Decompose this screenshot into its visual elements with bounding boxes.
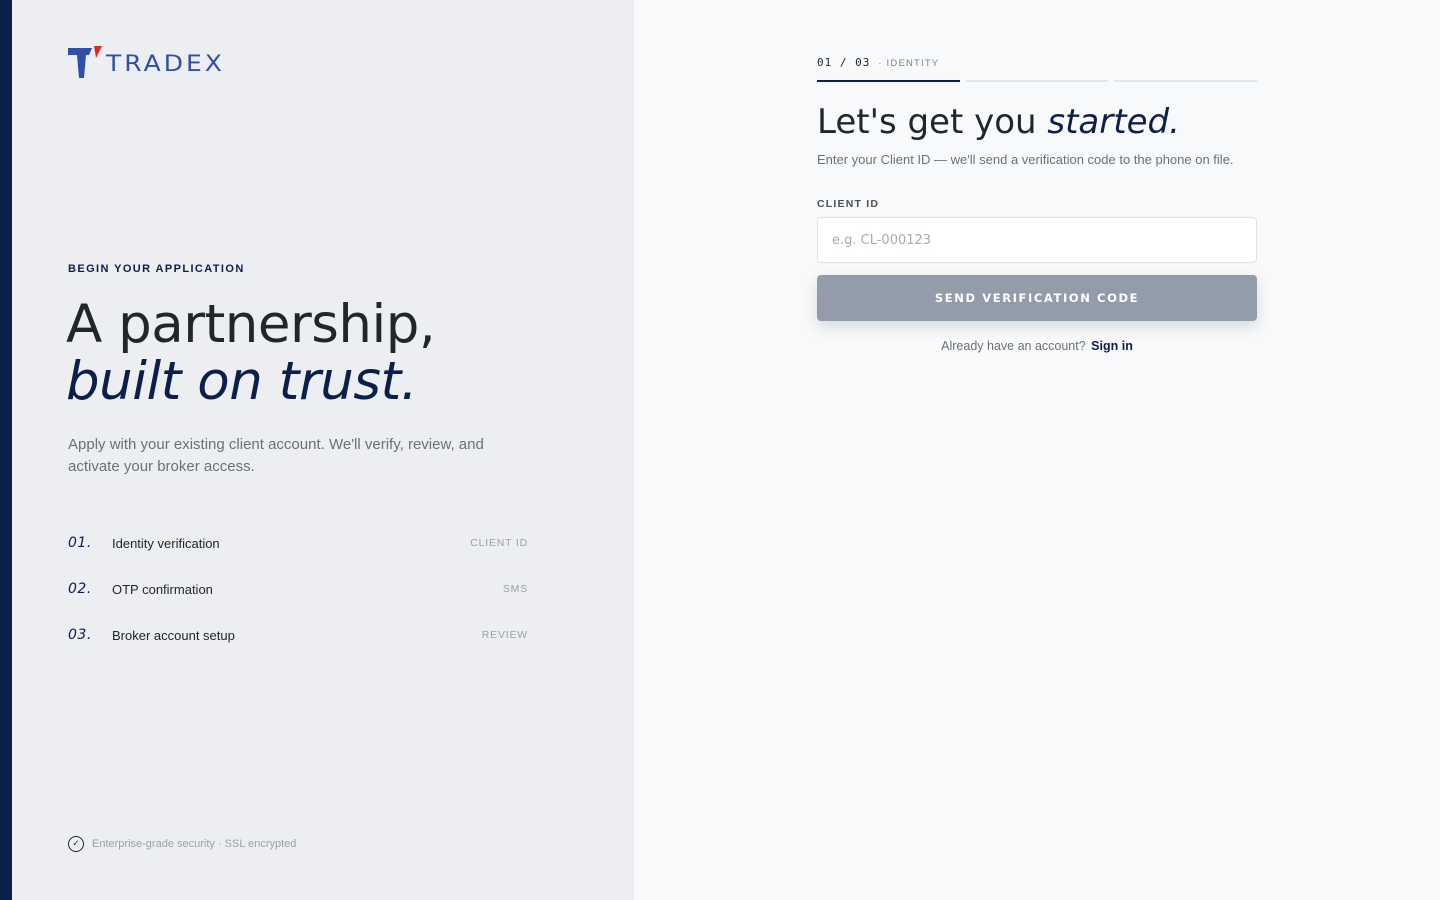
- step-item-identity: 01. Identity verification CLIENT ID: [68, 520, 528, 566]
- step-tag: REVIEW: [481, 629, 528, 641]
- eyebrow: BEGIN YOUR APPLICATION: [68, 263, 245, 275]
- headline: A partnership, built on trust.: [66, 294, 436, 412]
- step-item-otp: 02. OTP confirmation SMS: [68, 566, 528, 612]
- headline-line1: A partnership,: [66, 294, 436, 355]
- form-title: Let's get you started.: [817, 102, 1257, 142]
- lead-text: Apply with your existing client account.…: [68, 436, 484, 475]
- client-id-form: 01 / 03 · IDENTITY Let's get you started…: [817, 56, 1258, 353]
- step-indicator: 01 / 03 · IDENTITY: [817, 56, 1257, 74]
- signin-prompt: Already have an account?: [941, 339, 1086, 353]
- step-label: Broker account setup: [112, 627, 235, 643]
- signin-link[interactable]: Sign in: [1091, 339, 1133, 353]
- right-panel: 01 / 03 · IDENTITY Let's get you started…: [634, 0, 1440, 900]
- progress-segment-3: [1114, 80, 1258, 82]
- step-count: 01 / 03: [817, 56, 871, 69]
- brand-logo[interactable]: TRADEX: [68, 46, 225, 80]
- step-tag: SMS: [502, 583, 528, 595]
- step-number: 02.: [68, 581, 92, 597]
- form-subtitle: Enter your Client ID — we'll send a veri…: [817, 152, 1234, 167]
- left-panel: TRADEX BEGIN YOUR APPLICATION A partners…: [12, 0, 634, 900]
- step-tag: CLIENT ID: [470, 537, 528, 549]
- client-id-input[interactable]: [817, 217, 1257, 263]
- step-number: 03.: [68, 627, 92, 643]
- step-name: · IDENTITY: [878, 58, 940, 69]
- tradex-t-logo-icon: [68, 46, 102, 78]
- form-title-plain: Let's get you: [817, 102, 1048, 142]
- client-id-label: CLIENT ID: [817, 198, 880, 210]
- signin-row: Already have an account? Sign in: [817, 339, 1257, 353]
- steps-list: 01. Identity verification CLIENT ID 02. …: [68, 520, 528, 658]
- step-number: 01.: [68, 535, 92, 551]
- security-note: ✓ Enterprise-grade security · SSL encryp…: [68, 836, 296, 852]
- brand-name: TRADEX: [106, 49, 225, 77]
- form-title-emphasis: started.: [1047, 102, 1180, 142]
- accent-bar: [0, 0, 12, 900]
- security-text: Enterprise-grade security · SSL encrypte…: [92, 838, 297, 850]
- step-label: Identity verification: [112, 535, 220, 551]
- step-label: OTP confirmation: [112, 581, 213, 597]
- progress-segment-2: [965, 80, 1109, 82]
- headline-line2: built on trust.: [66, 351, 418, 412]
- step-item-broker-setup: 03. Broker account setup REVIEW: [68, 612, 528, 658]
- send-verification-code-button[interactable]: SEND VERIFICATION CODE: [817, 275, 1257, 321]
- check-circle-icon: ✓: [68, 836, 84, 852]
- progress-bar: [817, 80, 1258, 82]
- progress-segment-1: [817, 80, 960, 82]
